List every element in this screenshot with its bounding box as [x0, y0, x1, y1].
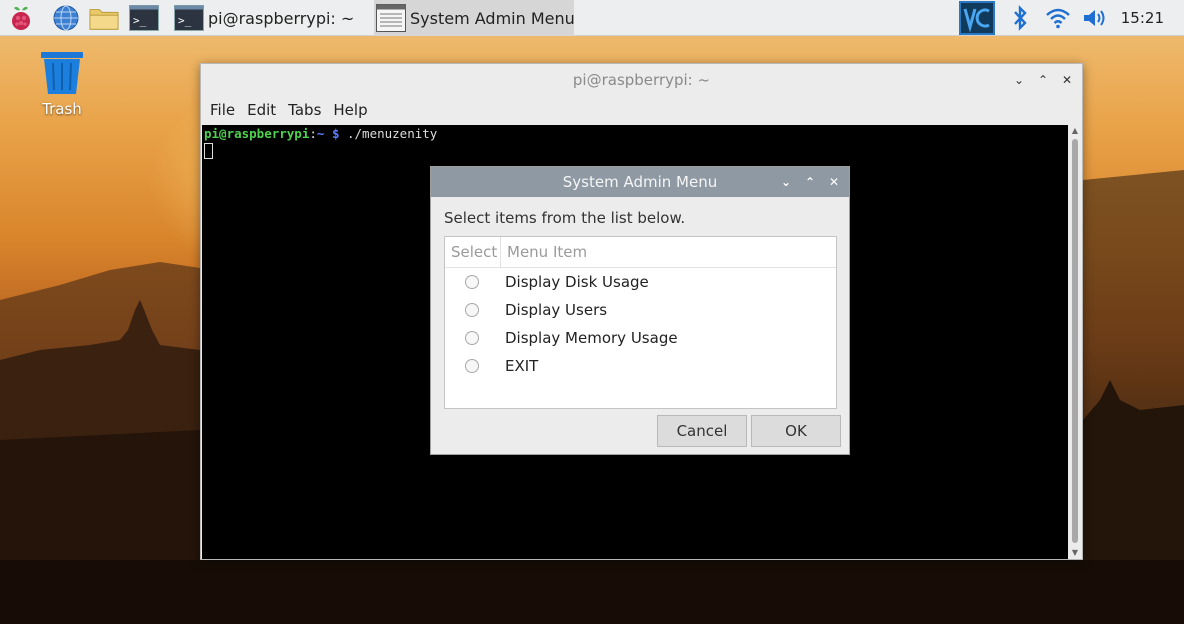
radio-button[interactable]: [465, 275, 479, 289]
column-header-select[interactable]: Select: [445, 237, 501, 268]
menu-tabs[interactable]: Tabs: [288, 101, 321, 119]
wifi-icon[interactable]: [1043, 3, 1073, 33]
list-item[interactable]: EXIT: [445, 352, 836, 380]
terminal-title: pi@raspberrypi: ~: [572, 71, 711, 89]
chevron-up-icon[interactable]: ⌃: [1036, 73, 1050, 87]
trash-icon: [34, 50, 90, 96]
menu-item-list: Select Menu Item Display Disk Usage Disp…: [444, 236, 837, 409]
list-item[interactable]: Display Users: [445, 296, 836, 324]
menu-edit[interactable]: Edit: [247, 101, 276, 119]
list-item-label: EXIT: [505, 357, 539, 375]
menu-file[interactable]: File: [210, 101, 235, 119]
system-admin-menu-dialog: System Admin Menu ⌄ ⌃ ✕ Select items fro…: [430, 166, 850, 455]
chevron-up-icon[interactable]: ⌃: [803, 175, 817, 189]
ok-button[interactable]: OK: [751, 415, 841, 447]
close-icon[interactable]: ✕: [1060, 73, 1074, 87]
terminal-menubar: File Edit Tabs Help: [201, 96, 371, 124]
prompt-separator: :: [309, 126, 317, 141]
list-item-label: Display Users: [505, 301, 608, 319]
terminal-launcher-icon[interactable]: >_: [129, 3, 159, 33]
trash-desktop-item[interactable]: Trash: [34, 50, 90, 118]
web-browser-icon[interactable]: [51, 3, 81, 33]
scroll-thumb[interactable]: [1072, 139, 1078, 543]
svg-text:>_: >_: [178, 14, 192, 27]
vnc-icon[interactable]: [959, 1, 995, 35]
list-item[interactable]: Display Disk Usage: [445, 268, 836, 296]
radio-button[interactable]: [465, 303, 479, 317]
terminal-window-controls: ⌄ ⌃ ✕: [1012, 64, 1074, 96]
taskbar: >_ >_ pi@raspberrypi: ~ System Admin Men…: [0, 0, 1184, 36]
list-item-label: Display Disk Usage: [505, 273, 649, 291]
clock[interactable]: 15:21: [1121, 0, 1164, 36]
terminal-scrollbar[interactable]: ▲ ▼: [1069, 125, 1081, 559]
radio-button[interactable]: [465, 331, 479, 345]
prompt-user: pi@raspberrypi: [204, 126, 310, 141]
taskbar-task-terminal[interactable]: >_ pi@raspberrypi: ~: [174, 0, 370, 36]
scroll-down-icon[interactable]: ▼: [1069, 547, 1081, 559]
raspberry-menu-icon[interactable]: [6, 3, 36, 33]
dialog-window-icon: [376, 4, 406, 32]
list-item[interactable]: Display Memory Usage: [445, 324, 836, 352]
svg-text:>_: >_: [133, 14, 147, 27]
taskbar-task-system-admin-menu[interactable]: System Admin Menu: [374, 0, 575, 36]
bluetooth-icon[interactable]: [1005, 3, 1035, 33]
volume-icon[interactable]: [1081, 3, 1111, 33]
close-icon[interactable]: ✕: [827, 175, 841, 189]
chevron-down-icon[interactable]: ⌄: [779, 175, 793, 189]
terminal-command-line: pi@raspberrypi:~ $ ./menuzenity: [204, 126, 437, 141]
dialog-prompt: Select items from the list below.: [444, 209, 686, 227]
list-item-label: Display Memory Usage: [505, 329, 678, 347]
taskbar-task-label: pi@raspberrypi: ~: [208, 8, 355, 28]
dialog-window-controls: ⌄ ⌃ ✕: [779, 167, 841, 197]
radio-button[interactable]: [465, 359, 479, 373]
terminal-cursor: [204, 143, 213, 159]
terminal-icon: >_: [174, 5, 204, 31]
prompt-path: ~ $: [316, 126, 340, 141]
taskbar-task-label: System Admin Menu: [410, 8, 575, 28]
column-header-menu-item[interactable]: Menu Item: [507, 237, 587, 268]
scroll-up-icon[interactable]: ▲: [1069, 125, 1081, 137]
command-text: ./menuzenity: [339, 126, 438, 141]
menu-help[interactable]: Help: [333, 101, 367, 119]
file-manager-icon[interactable]: [89, 3, 119, 33]
trash-label: Trash: [42, 100, 82, 118]
chevron-down-icon[interactable]: ⌄: [1012, 73, 1026, 87]
list-header: Select Menu Item: [445, 237, 836, 268]
cancel-button[interactable]: Cancel: [657, 415, 747, 447]
